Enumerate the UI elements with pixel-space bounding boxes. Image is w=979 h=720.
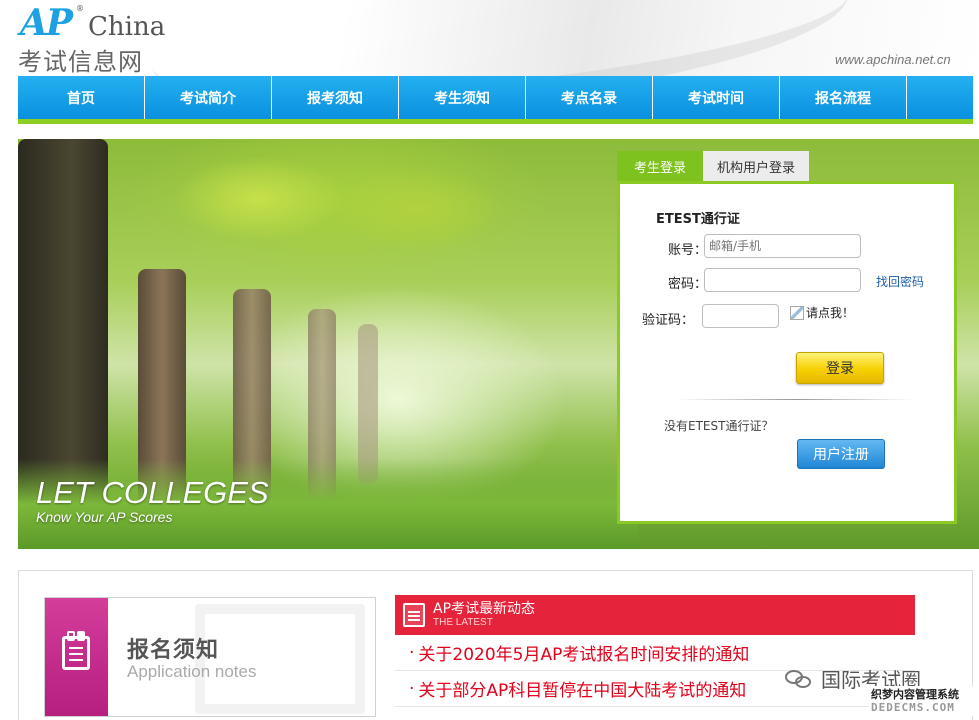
account-label: 账号： <box>668 243 708 258</box>
logo-subtitle: 考试信息网 <box>18 48 143 76</box>
clipboard-icon <box>62 631 90 670</box>
nav-item-exam-intro[interactable]: 考试简介 <box>145 76 272 119</box>
captcha-image[interactable]: 请点我！ <box>790 304 854 321</box>
slogan-sub: Know Your AP Scores <box>36 509 173 525</box>
find-password-link[interactable]: 找回密码 <box>876 273 924 290</box>
news-item-text: 关于部分AP科目暂停在中国大陆考试的通知 <box>418 681 747 701</box>
news-header: AP考试最新动态 THE LATEST <box>395 595 915 635</box>
password-label: 密码： <box>668 277 708 292</box>
header-swoosh-decoration <box>144 0 856 76</box>
notes-icon-block <box>45 598 108 716</box>
nav-item-test-centers[interactable]: 考点名录 <box>526 76 653 119</box>
login-panel: 考生登录 机构用户登录 ETEST通行证 账号： 密码： 找回密码 验证码： 请… <box>617 151 957 524</box>
no-etest-text: 没有ETEST通行证？ <box>664 419 774 433</box>
news-item-text: 关于2020年5月AP考试报名时间安排的通知 <box>418 645 750 665</box>
wechat-icon <box>785 668 815 690</box>
dedecms-watermark: 织梦内容管理系统 DEDECMS.COM <box>869 686 979 716</box>
site-header: AP ® China 考试信息网 www.apchina.net.cn <box>0 0 979 76</box>
application-notes-title: 报名须知 <box>127 638 220 663</box>
dedecms-cn-text: 织梦内容管理系统 <box>871 688 959 701</box>
login-button[interactable]: 登录 <box>796 352 884 384</box>
captcha-input[interactable] <box>702 304 779 328</box>
broken-image-icon <box>790 305 804 320</box>
news-subtitle: THE LATEST <box>433 617 493 628</box>
account-input[interactable] <box>704 234 861 258</box>
news-title: AP考试最新动态 <box>433 601 536 617</box>
application-notes-subtitle: Application notes <box>127 662 257 681</box>
card-background-decoration <box>195 604 365 714</box>
captcha-label: 验证码： <box>642 313 695 328</box>
login-form: ETEST通行证 账号： 密码： 找回密码 验证码： 请点我！ 登录 没有ETE… <box>617 181 957 524</box>
nav-item-home[interactable]: 首页 <box>18 76 145 119</box>
newspaper-icon <box>403 603 425 627</box>
site-url: www.apchina.net.cn <box>835 52 951 67</box>
etest-label: ETEST通行证 <box>656 212 740 227</box>
logo-china-text: China <box>88 12 166 42</box>
application-notes-card[interactable]: 报名须知 Application notes <box>44 597 376 717</box>
site-logo[interactable]: AP ® China 考试信息网 <box>18 2 188 76</box>
bullet-dot: · <box>409 642 415 663</box>
banner-leaves <box>98 139 558 279</box>
slogan-main: LET COLLEGES <box>36 475 269 510</box>
watermark: 国际考试圈 织梦内容管理系统 DEDECMS.COM <box>785 660 979 720</box>
nav-item-candidate-notes[interactable]: 考生须知 <box>399 76 526 119</box>
password-input[interactable] <box>704 268 861 292</box>
logo-ap-text: AP <box>20 2 73 44</box>
login-divider <box>676 399 914 400</box>
login-tabs: 考生登录 机构用户登录 <box>617 151 810 181</box>
dedecms-en-text: DEDECMS.COM <box>871 701 955 714</box>
register-button[interactable]: 用户注册 <box>797 439 885 469</box>
logo-registered-mark: ® <box>76 4 84 13</box>
captcha-click-text: 请点我！ <box>806 306 855 320</box>
tab-student-login[interactable]: 考生登录 <box>617 151 703 181</box>
nav-item-registration-notes[interactable]: 报考须知 <box>272 76 399 119</box>
nav-item-exam-schedule[interactable]: 考试时间 <box>653 76 780 119</box>
tab-org-login[interactable]: 机构用户登录 <box>703 151 810 181</box>
banner-slogan: LET COLLEGES Know Your AP Scores <box>36 475 269 525</box>
nav-item-registration-process[interactable]: 报名流程 <box>780 76 907 119</box>
bullet-dot: · <box>409 678 415 699</box>
main-nav: 首页 考试简介 报考须知 考生须知 考点名录 考试时间 报名流程 <box>18 76 973 124</box>
